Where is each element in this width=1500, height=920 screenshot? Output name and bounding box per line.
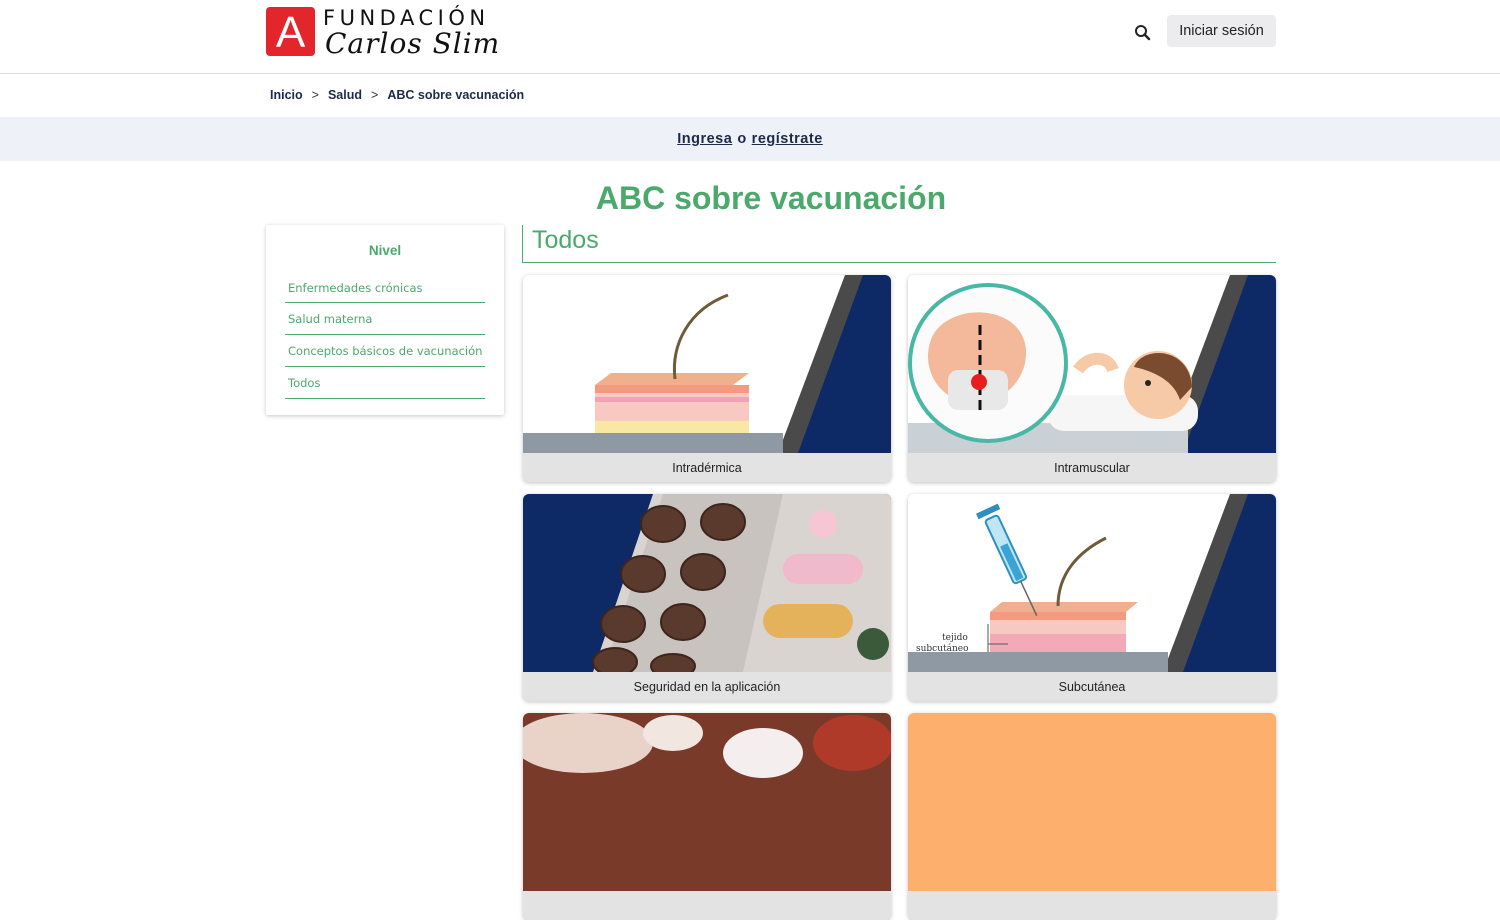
card-image: tejido subcutáneo xyxy=(908,494,1276,672)
filter-item-todos[interactable]: Todos xyxy=(285,367,485,399)
logo-mark: A xyxy=(266,7,315,56)
card-label xyxy=(908,891,1276,920)
logo-line2: Carlos Slim xyxy=(325,27,501,60)
card-label: Seguridad en la aplicación xyxy=(523,672,891,701)
filter-item-conceptos-basicos[interactable]: Conceptos básicos de vacunación xyxy=(285,335,485,367)
breadcrumb: Inicio > Salud > ABC sobre vacunación xyxy=(270,88,524,102)
level-filter-panel: Nivel Enfermedades crónicas Salud matern… xyxy=(266,225,504,415)
card-item-5[interactable] xyxy=(523,713,891,920)
breadcrumb-separator: > xyxy=(371,88,379,102)
login-link[interactable]: Ingresa xyxy=(677,131,732,147)
filter-title: Nivel xyxy=(368,243,402,258)
card-intramuscular[interactable]: Intramuscular xyxy=(908,275,1276,482)
filter-item-salud-materna[interactable]: Salud materna xyxy=(285,303,485,335)
card-image xyxy=(908,713,1276,891)
card-intradermica[interactable]: Intradérmica xyxy=(523,275,891,482)
card-label xyxy=(523,891,891,920)
card-image xyxy=(523,494,891,672)
image-label-subcutaneo: subcutáneo xyxy=(916,643,969,654)
login-banner: Ingresa o regístrate xyxy=(0,117,1500,161)
filter-list: Enfermedades crónicas Salud materna Conc… xyxy=(285,274,485,399)
logo-line1: FUNDACIÓN xyxy=(323,6,490,30)
breadcrumb-current[interactable]: ABC sobre vacunación xyxy=(387,88,524,102)
card-image xyxy=(523,275,891,453)
breadcrumb-separator: > xyxy=(311,88,319,102)
logo[interactable]: A FUNDACIÓN Carlos Slim xyxy=(266,7,500,59)
section-title: Todos xyxy=(522,225,1276,263)
card-label: Intramuscular xyxy=(908,453,1276,482)
card-image xyxy=(523,713,891,891)
image-label-tejido: tejido xyxy=(942,633,968,643)
page-title: ABC sobre vacunación xyxy=(595,180,947,216)
login-button[interactable]: Iniciar sesión xyxy=(1167,15,1276,47)
card-label: Intradérmica xyxy=(523,453,891,482)
card-image xyxy=(908,275,1276,453)
register-link[interactable]: regístrate xyxy=(752,131,823,147)
breadcrumb-salud[interactable]: Salud xyxy=(328,88,362,102)
card-subcutanea[interactable]: tejido subcutáneo Subcutánea xyxy=(908,494,1276,701)
site-header: A FUNDACIÓN Carlos Slim Iniciar sesión xyxy=(0,0,1500,74)
filter-item-enfermedades-cronicas[interactable]: Enfermedades crónicas xyxy=(285,274,485,303)
search-icon[interactable] xyxy=(1130,20,1156,46)
banner-or: o xyxy=(737,131,747,147)
card-label: Subcutánea xyxy=(908,672,1276,701)
card-item-6[interactable] xyxy=(908,713,1276,920)
breadcrumb-inicio[interactable]: Inicio xyxy=(270,88,303,102)
card-seguridad-aplicacion[interactable]: Seguridad en la aplicación xyxy=(523,494,891,701)
logo-text: FUNDACIÓN Carlos Slim xyxy=(323,7,500,59)
